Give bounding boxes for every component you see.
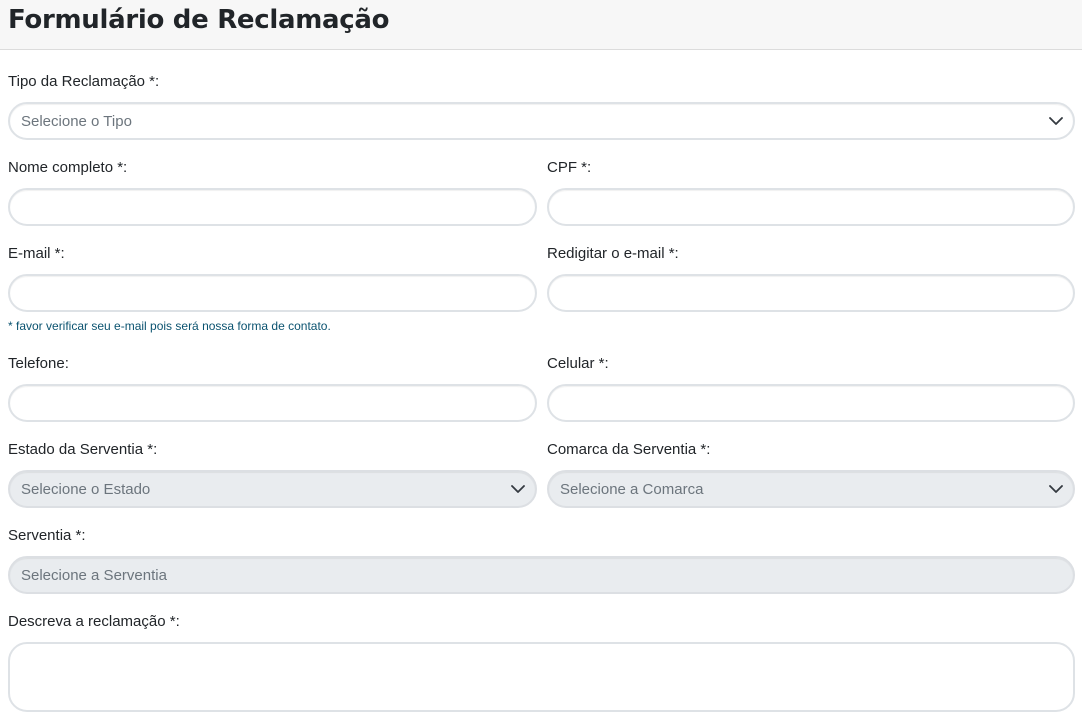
- celular-label: Celular *:: [547, 355, 609, 372]
- chevron-down-icon: [1049, 117, 1063, 125]
- email-confirm-label: Redigitar o e-mail *:: [547, 245, 679, 262]
- comarca-placeholder: Selecione a Comarca: [560, 481, 704, 498]
- tipo-select[interactable]: Selecione o Tipo: [8, 102, 1075, 140]
- page-title: Formulário de Reclamação: [8, 5, 390, 35]
- tipo-placeholder: Selecione o Tipo: [21, 113, 132, 130]
- email-input[interactable]: [8, 274, 537, 312]
- telefone-label: Telefone:: [8, 355, 69, 372]
- serventia-label: Serventia *:: [8, 527, 86, 544]
- estado-placeholder: Selecione o Estado: [21, 481, 151, 498]
- email-confirm-input[interactable]: [547, 274, 1075, 312]
- tipo-label: Tipo da Reclamação *:: [8, 73, 160, 90]
- serventia-select[interactable]: Selecione a Serventia: [8, 556, 1075, 594]
- comarca-select[interactable]: Selecione a Comarca: [547, 470, 1075, 508]
- email-label: E-mail *:: [8, 245, 65, 262]
- estado-select[interactable]: Selecione o Estado: [8, 470, 537, 508]
- cpf-label: CPF *:: [547, 159, 592, 176]
- descricao-label: Descreva a reclamação *:: [8, 613, 180, 630]
- comarca-label: Comarca da Serventia *:: [547, 441, 711, 458]
- estado-label: Estado da Serventia *:: [8, 441, 158, 458]
- descricao-textarea[interactable]: [8, 642, 1075, 712]
- email-hint: * favor verificar seu e-mail pois será n…: [8, 319, 331, 333]
- telefone-input[interactable]: [8, 384, 537, 422]
- serventia-placeholder: Selecione a Serventia: [21, 567, 167, 584]
- celular-input[interactable]: [547, 384, 1075, 422]
- chevron-down-icon: [1049, 485, 1063, 493]
- nome-label: Nome completo *:: [8, 159, 128, 176]
- nome-input[interactable]: [8, 188, 537, 226]
- chevron-down-icon: [511, 485, 525, 493]
- page-header: Formulário de Reclamação: [0, 0, 1082, 50]
- cpf-input[interactable]: [547, 188, 1075, 226]
